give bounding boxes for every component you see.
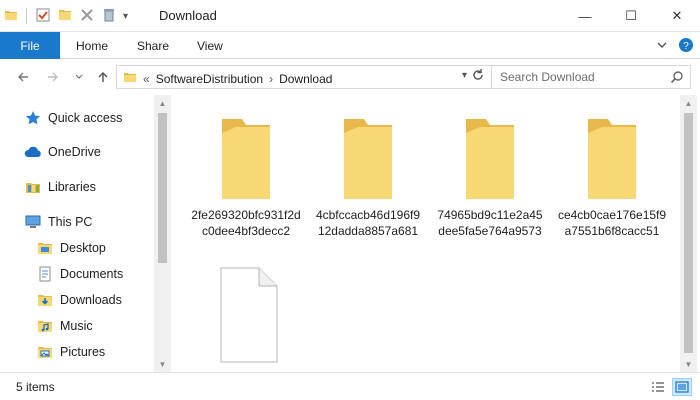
file-list: 2fe269320bfc931f2dc0dee4bf3decc2 4cbfcca…	[171, 95, 680, 372]
sidebar-item-downloads[interactable]: Downloads	[36, 288, 122, 312]
sidebar-item-label: Quick access	[48, 111, 123, 125]
navigation-bar: « SoftwareDistribution › Download ▾	[0, 59, 700, 95]
address-bar[interactable]: « SoftwareDistribution › Download ▾	[116, 65, 492, 89]
up-button[interactable]	[94, 68, 112, 86]
tab-share[interactable]: Share	[137, 32, 169, 59]
minimize-button[interactable]: —	[562, 0, 608, 32]
cloud-icon	[24, 144, 42, 160]
maximize-button[interactable]: ☐	[608, 0, 654, 32]
sidebar-item-label: Music	[60, 319, 93, 333]
scroll-down-arrow-icon[interactable]: ▼	[154, 356, 171, 372]
folder-item[interactable]: 74965bd9c11e2a45dee5fa5e764a9573	[435, 115, 545, 239]
tab-view[interactable]: View	[197, 32, 223, 59]
pictures-folder-icon	[36, 344, 54, 360]
sidebar-item-this-pc[interactable]: This PC	[24, 210, 92, 234]
sidebar-item-label: Downloads	[60, 293, 122, 307]
folder-icon	[222, 119, 270, 199]
svg-text:?: ?	[683, 41, 689, 52]
recycle-bin-icon[interactable]	[101, 7, 117, 26]
breadcrumb-overflow[interactable]: «	[143, 72, 150, 86]
sidebar-item-libraries[interactable]: Libraries	[24, 175, 96, 199]
folder-item[interactable]: ce4cb0cae176e15f9a7551b6f8cacc51	[557, 115, 667, 239]
breadcrumb-separator[interactable]: ›	[269, 72, 273, 86]
breadcrumb: « SoftwareDistribution › Download	[123, 70, 332, 87]
delete-icon[interactable]	[79, 7, 95, 26]
details-view-button[interactable]	[648, 378, 668, 396]
help-icon[interactable]: ?	[678, 37, 694, 56]
expand-ribbon-chevron-icon[interactable]	[656, 39, 668, 54]
sidebar-item-label: OneDrive	[48, 145, 101, 159]
item-count: 5 items	[16, 380, 55, 394]
item-name: ce4cb0cae176e15f9a7551b6f8cacc51	[557, 208, 667, 238]
quick-access-toolbar: ▾	[4, 6, 128, 26]
refresh-icon[interactable]	[471, 68, 485, 85]
search-icon[interactable]	[670, 70, 684, 87]
documents-folder-icon	[36, 266, 54, 282]
window-title: Download	[159, 8, 217, 23]
ribbon-controls: ?	[656, 37, 694, 56]
breadcrumb-item[interactable]: Download	[279, 72, 332, 86]
computer-icon	[24, 214, 42, 230]
close-button[interactable]: ✕	[654, 0, 700, 32]
navigation-pane: Quick access OneDrive Libraries This PC …	[0, 95, 154, 372]
sidebar-item-label: Pictures	[60, 345, 106, 359]
sidebar-item-music[interactable]: Music	[36, 314, 93, 338]
tab-home[interactable]: Home	[76, 32, 108, 59]
star-icon	[24, 110, 42, 126]
folder-icon	[466, 119, 514, 199]
status-bar: 5 items	[0, 372, 700, 400]
desktop-folder-icon	[36, 240, 54, 256]
scrollbar-thumb[interactable]	[158, 113, 167, 263]
title-bar: ▾ Download — ☐ ✕	[0, 0, 700, 32]
view-switcher	[648, 378, 692, 396]
folder-item[interactable]: 4cbfccacb46d196f912dadda8857a681	[313, 115, 423, 239]
large-icons-view-button[interactable]	[672, 378, 692, 396]
file-icon	[220, 267, 278, 363]
downloads-folder-icon	[36, 292, 54, 308]
address-history-chevron-icon[interactable]: ▾	[462, 70, 467, 81]
ribbon-tabs: File Home Share View ?	[0, 32, 700, 59]
forward-button[interactable]	[44, 68, 62, 86]
toolbar-separator	[26, 8, 27, 24]
sidebar-item-label: Desktop	[60, 241, 106, 255]
item-name: 2fe269320bfc931f2dc0dee4bf3decc2	[191, 208, 301, 238]
tab-file[interactable]: File	[0, 32, 60, 59]
folder-icon	[123, 70, 137, 87]
back-button[interactable]	[14, 68, 32, 86]
properties-icon[interactable]	[35, 7, 51, 26]
sidebar-item-desktop[interactable]: Desktop	[36, 236, 106, 260]
sidebar-item-quick-access[interactable]: Quick access	[24, 106, 122, 130]
scrollbar-thumb[interactable]	[684, 113, 693, 353]
scroll-down-arrow-icon[interactable]: ▼	[680, 356, 697, 372]
customize-toolbar-chevron-icon[interactable]: ▾	[123, 11, 128, 22]
sidebar-item-label: Libraries	[48, 180, 96, 194]
item-name: 4cbfccacb46d196f912dadda8857a681	[315, 208, 421, 238]
music-folder-icon	[36, 318, 54, 334]
file-list-scrollbar[interactable]: ▲ ▼	[680, 95, 697, 372]
sidebar-item-label: This PC	[48, 215, 93, 229]
folder-icon	[4, 8, 18, 25]
sidebar-item-onedrive[interactable]: OneDrive	[24, 140, 101, 164]
file-item[interactable]: c3248eb572cb5f9	[191, 267, 301, 372]
sidebar-item-label: Documents	[60, 267, 124, 281]
folder-icon	[344, 119, 392, 199]
folder-item[interactable]: 2fe269320bfc931f2dc0dee4bf3decc2	[191, 115, 301, 239]
scroll-up-arrow-icon[interactable]: ▲	[154, 95, 171, 111]
recent-locations-button[interactable]	[70, 68, 88, 86]
navigation-pane-scrollbar[interactable]: ▲ ▼	[154, 95, 171, 372]
sidebar-item-documents[interactable]: Documents	[36, 262, 123, 286]
new-folder-icon[interactable]	[57, 7, 73, 26]
library-icon	[24, 179, 42, 195]
item-name: 74965bd9c11e2a45dee5fa5e764a9573	[437, 208, 543, 238]
sidebar-item-pictures[interactable]: Pictures	[36, 340, 105, 364]
breadcrumb-item[interactable]: SoftwareDistribution	[156, 72, 263, 86]
search-input[interactable]	[500, 69, 660, 85]
search-box[interactable]	[491, 65, 691, 89]
scroll-up-arrow-icon[interactable]: ▲	[680, 95, 697, 111]
folder-icon	[588, 119, 636, 199]
window-controls: — ☐ ✕	[562, 0, 700, 32]
